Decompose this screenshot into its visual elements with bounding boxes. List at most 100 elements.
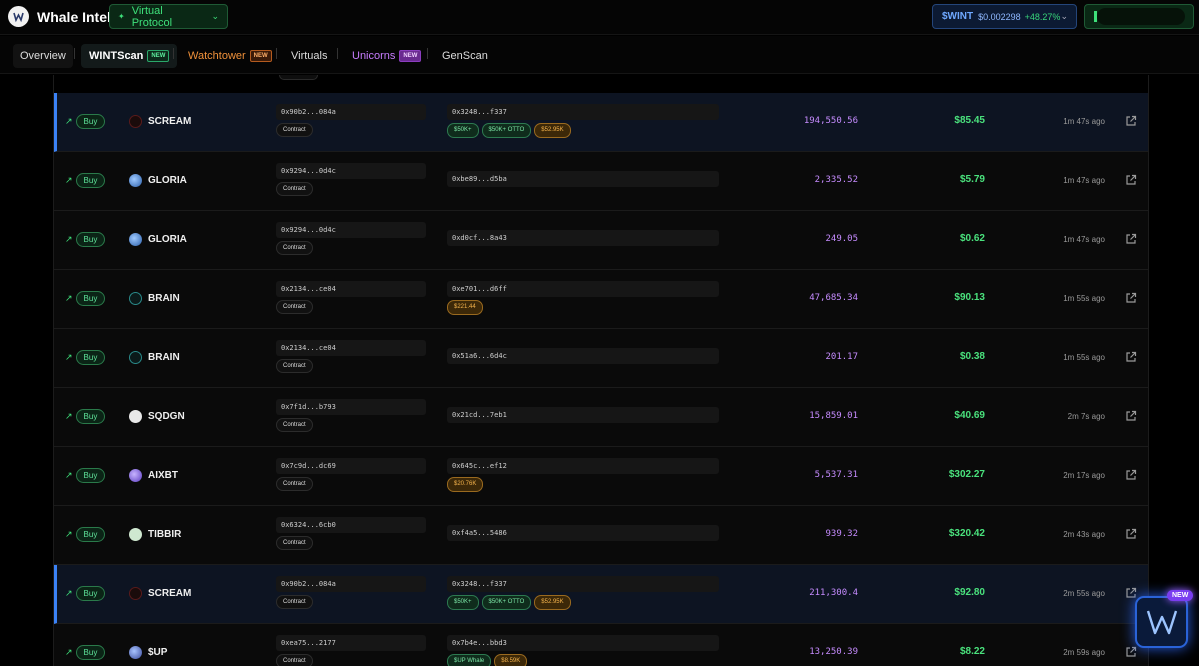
external-link-icon[interactable] bbox=[1124, 291, 1138, 305]
tab-label: Unicorns bbox=[352, 50, 396, 62]
buy-badge: Buy bbox=[75, 527, 106, 542]
token-logo-icon bbox=[129, 174, 142, 187]
direction-cell: ↗ Buy bbox=[65, 409, 106, 424]
table-row[interactable]: ↗ Buy $UP 0xea75...2177 Contract 0x7b4e...bbd… bbox=[54, 624, 1148, 666]
table-row[interactable]: ↗ Buy AIXBT 0x7c9d...dc69 Contract 0x645c...e… bbox=[54, 447, 1148, 506]
table-row[interactable]: ↗ Buy BRAIN 0x2134...ce04 Contract 0x51a6...6… bbox=[54, 329, 1148, 388]
token-address[interactable]: 0x9294...0d4c bbox=[276, 163, 426, 179]
whale-intel-logo[interactable] bbox=[8, 6, 29, 27]
token-symbol: $WINT bbox=[942, 11, 974, 22]
time-ago: 1m 47s ago bbox=[1063, 176, 1105, 185]
external-link-icon[interactable] bbox=[1124, 350, 1138, 364]
table-row[interactable]: ↗ Buy SCREAM 0x90b2...084a Contract 0x3248...… bbox=[54, 93, 1148, 152]
token-cell[interactable]: AIXBT bbox=[129, 469, 178, 482]
wallet-button[interactable] bbox=[1084, 4, 1194, 29]
table-row[interactable]: ↗ Buy GLORIA 0x9294...0d4c Contract 0xbe89...… bbox=[54, 152, 1148, 211]
external-link-icon[interactable] bbox=[1124, 232, 1138, 246]
token-address[interactable]: 0xea75...2177 bbox=[276, 635, 426, 651]
tab-label: GenScan bbox=[442, 50, 488, 62]
contract-link[interactable]: Contract bbox=[276, 654, 313, 666]
tx-hash[interactable]: 0xd0cf...8a43 bbox=[447, 230, 719, 246]
token-cell[interactable]: GLORIA bbox=[129, 233, 187, 246]
tab-overview[interactable]: Overview bbox=[13, 44, 73, 68]
token-logo-icon bbox=[129, 351, 142, 364]
token-cell[interactable]: SQDGN bbox=[129, 410, 185, 423]
token-name: SQDGN bbox=[148, 411, 185, 422]
table-row[interactable]: ↗ Buy BRAIN 0x2134...ce04 Contract 0xe701...d… bbox=[54, 270, 1148, 329]
direction-cell: ↗ Buy bbox=[65, 350, 106, 365]
token-address[interactable]: 0x2134...ce04 bbox=[276, 340, 426, 356]
token-cell[interactable]: GLORIA bbox=[129, 174, 187, 187]
tx-hash[interactable]: 0x3248...f337 bbox=[447, 104, 719, 120]
tab-unicorns[interactable]: Unicorns NEW bbox=[352, 44, 422, 68]
table-row[interactable]: ↗ Buy GLORIA 0x9294...0d4c Contract 0xd0cf...… bbox=[54, 211, 1148, 270]
token-name: BRAIN bbox=[148, 293, 180, 304]
token-cell[interactable]: $UP bbox=[129, 646, 167, 659]
token-address[interactable]: 0x90b2...084a bbox=[276, 104, 426, 120]
token-address[interactable]: 0x6324...6cb0 bbox=[276, 517, 426, 533]
contract-link[interactable]: Contract bbox=[276, 241, 313, 255]
tab-watchtower[interactable]: Watchtower NEW bbox=[188, 44, 272, 68]
token-cell[interactable]: SCREAM bbox=[129, 587, 191, 600]
usd-value: $0.38 bbox=[959, 351, 985, 362]
external-link-icon[interactable] bbox=[1124, 527, 1138, 541]
token-address[interactable]: 0x90b2...084a bbox=[276, 576, 426, 592]
tx-hash[interactable]: 0x7b4e...bbd3 bbox=[447, 635, 719, 651]
trend-up-icon: ↗ bbox=[65, 234, 73, 244]
tab-genscan[interactable]: GenScan bbox=[442, 44, 488, 68]
external-link-icon[interactable] bbox=[1124, 468, 1138, 482]
tab-virtuals[interactable]: Virtuals bbox=[291, 44, 327, 68]
token-address[interactable]: 0x7f1d...b793 bbox=[276, 399, 426, 415]
token-cell[interactable]: SCREAM bbox=[129, 115, 191, 128]
floating-assistant-button[interactable] bbox=[1135, 596, 1188, 648]
external-link-icon[interactable] bbox=[1124, 645, 1138, 659]
token-ticker[interactable]: $WINT $0.002298 +48.27% ⌄ bbox=[932, 4, 1077, 29]
token-address[interactable]: 0x7c9d...dc69 bbox=[276, 458, 426, 474]
table-row[interactable]: ↗ Buy TIBBIR 0x6324...6cb0 Contract 0xf4a5...… bbox=[54, 506, 1148, 565]
token-address[interactable]: 0x2134...ce04 bbox=[276, 281, 426, 297]
external-link-icon[interactable] bbox=[1124, 173, 1138, 187]
tab-wintscan[interactable]: WINTScan NEW bbox=[81, 44, 178, 68]
external-link-icon[interactable] bbox=[1124, 114, 1138, 128]
tx-hash[interactable]: 0xbe89...d5ba bbox=[447, 171, 719, 187]
external-link-icon[interactable] bbox=[1124, 409, 1138, 423]
tx-hash[interactable]: 0xe701...d6ff bbox=[447, 281, 719, 297]
table-row[interactable]: ↗ Buy SCREAM 0x90b2...084a Contract 0x3248...… bbox=[54, 565, 1148, 624]
contract-link[interactable]: Contract bbox=[276, 418, 313, 432]
tab-label: WINTScan bbox=[89, 50, 144, 62]
direction-cell: ↗ Buy bbox=[65, 586, 106, 601]
protocol-selector[interactable]: ✦ Virtual Protocol ⌄ bbox=[109, 4, 228, 29]
contract-link[interactable]: Contract bbox=[276, 182, 313, 196]
token-cell[interactable]: TIBBIR bbox=[129, 528, 181, 541]
token-amount: 939.32 bbox=[825, 529, 858, 539]
usd-value: $5.79 bbox=[959, 174, 985, 185]
contract-link[interactable]: Contract bbox=[276, 123, 313, 137]
time-ago: 1m 55s ago bbox=[1063, 353, 1105, 362]
tx-tag: $50K+ bbox=[447, 595, 479, 610]
contract-link[interactable]: Contract bbox=[276, 300, 313, 314]
tx-hash[interactable]: 0x21cd...7eb1 bbox=[447, 407, 719, 423]
contract-link[interactable]: Contract bbox=[276, 359, 313, 373]
external-link-icon[interactable] bbox=[1124, 586, 1138, 600]
contract-link[interactable]: Contract bbox=[276, 477, 313, 491]
direction-cell: ↗ Buy bbox=[65, 232, 106, 247]
token-logo-icon bbox=[129, 469, 142, 482]
tx-hash[interactable]: 0x645c...ef12 bbox=[447, 458, 719, 474]
tx-hash[interactable]: 0xf4a5...5486 bbox=[447, 525, 719, 541]
token-address[interactable]: 0x9294...0d4c bbox=[276, 222, 426, 238]
token-cell[interactable]: BRAIN bbox=[129, 351, 180, 364]
token-amount: 201.17 bbox=[825, 352, 858, 362]
tx-hash[interactable]: 0x3248...f337 bbox=[447, 576, 719, 592]
token-amount: 15,859.01 bbox=[809, 411, 858, 421]
top-bar: Whale Intel ✦ Virtual Protocol ⌄ $WINT $… bbox=[0, 0, 1199, 35]
contract-link[interactable]: Contract bbox=[276, 595, 313, 609]
time-ago: 2m 59s ago bbox=[1063, 648, 1105, 657]
token-name: GLORIA bbox=[148, 175, 187, 186]
contract-link[interactable]: Contract bbox=[276, 536, 313, 550]
logo-mark-icon bbox=[13, 12, 24, 23]
usd-value: $85.45 bbox=[954, 115, 985, 126]
token-name: GLORIA bbox=[148, 234, 187, 245]
table-row[interactable]: ↗ Buy SQDGN 0x7f1d...b793 Contract 0x21cd...7… bbox=[54, 388, 1148, 447]
tx-hash[interactable]: 0x51a6...6d4c bbox=[447, 348, 719, 364]
token-cell[interactable]: BRAIN bbox=[129, 292, 180, 305]
